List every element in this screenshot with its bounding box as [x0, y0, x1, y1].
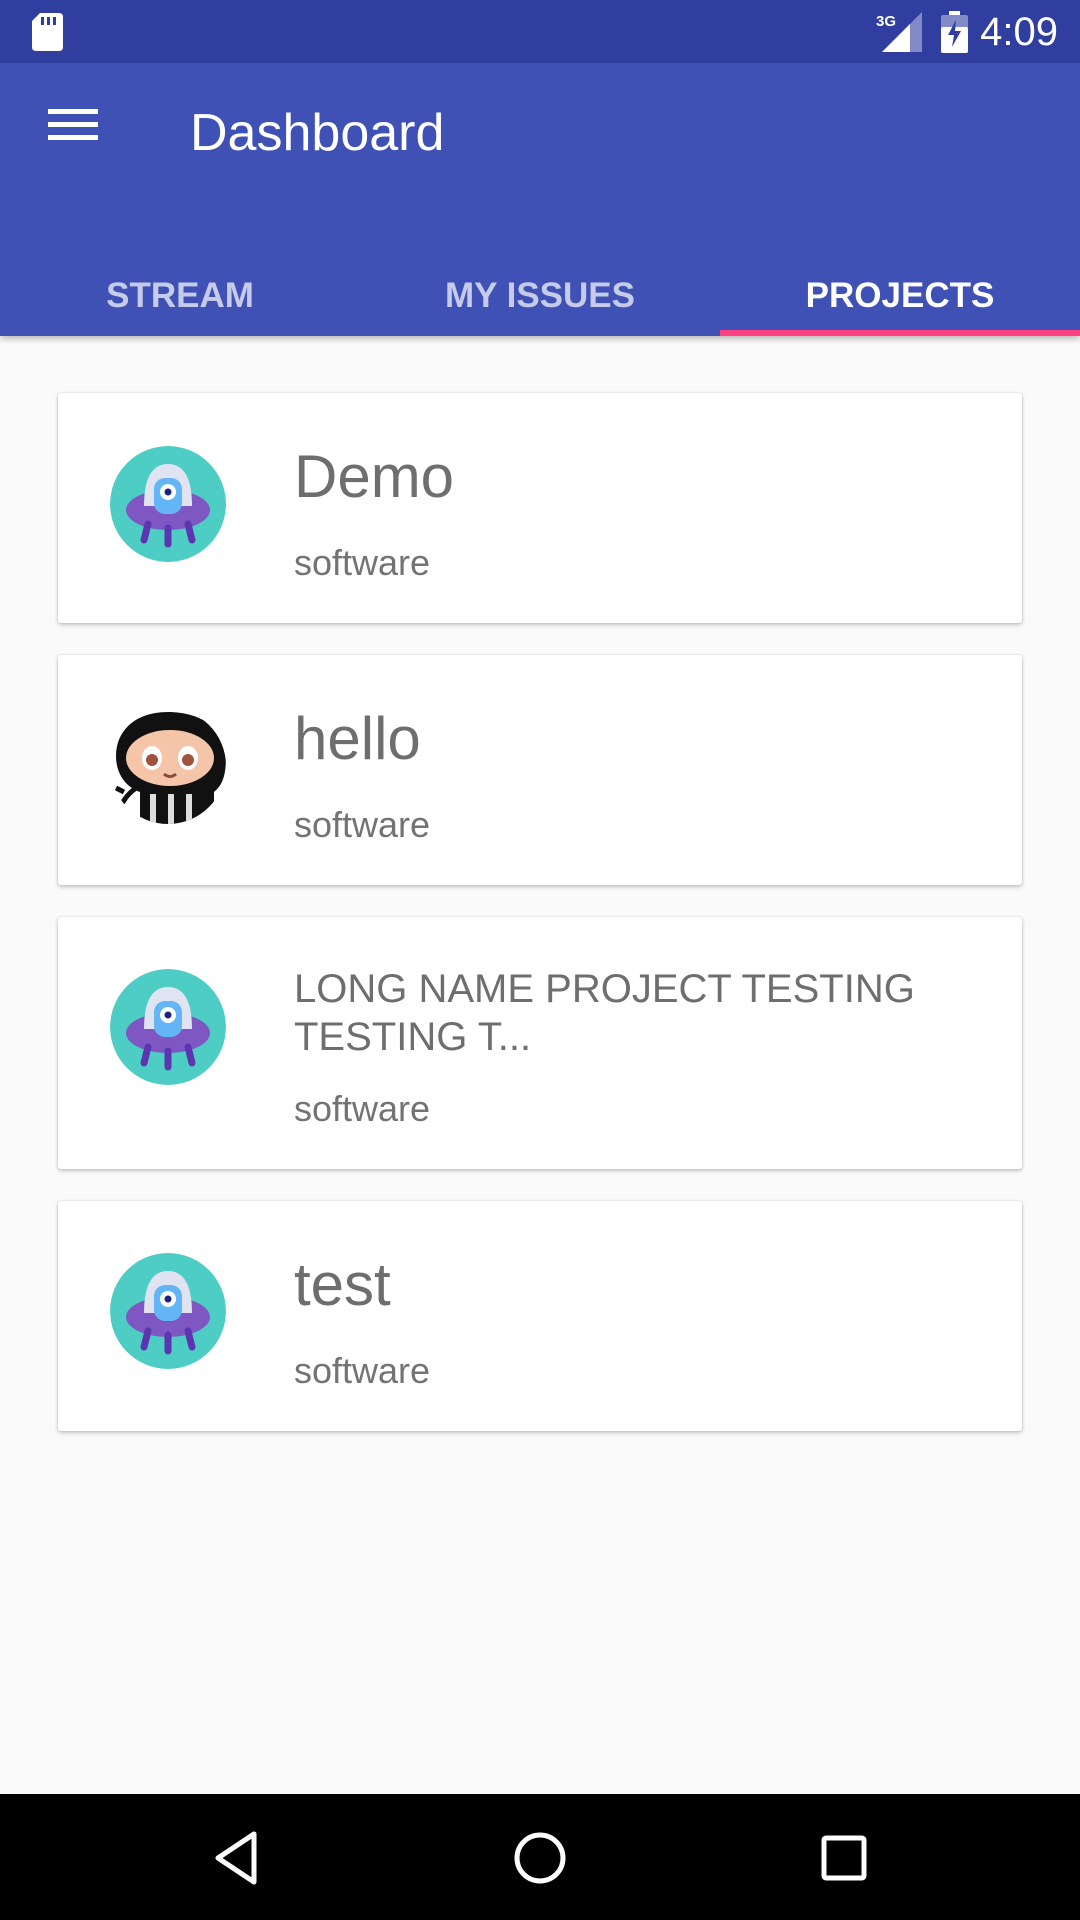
clock: 4:09 — [980, 10, 1058, 54]
signal-icon: 3G — [876, 12, 922, 52]
project-card-test[interactable]: test software — [58, 1201, 1022, 1431]
tab-stream[interactable]: STREAM — [0, 263, 360, 336]
tab-projects[interactable]: PROJECTS — [720, 263, 1080, 336]
project-type: software — [294, 804, 431, 845]
project-name: Demo — [294, 443, 455, 510]
recents-icon[interactable] — [812, 1826, 876, 1890]
alien-ufo-avatar — [110, 969, 226, 1085]
svg-text:3G: 3G — [876, 13, 896, 30]
tab-indicator — [720, 330, 1080, 336]
home-icon[interactable] — [508, 1826, 572, 1890]
project-type: software — [294, 1088, 431, 1129]
sd-card-icon — [32, 13, 63, 51]
battery-icon — [941, 11, 968, 53]
tab-my-issues[interactable]: MY ISSUES — [360, 263, 720, 336]
project-card-hello[interactable]: hello software — [58, 655, 1022, 885]
project-card-long-name[interactable]: LONG NAME PROJECT TESTING TESTING T... s… — [58, 917, 1022, 1169]
project-name: test — [294, 1251, 391, 1318]
system-nav-bar — [0, 1794, 1080, 1920]
back-icon[interactable] — [204, 1826, 268, 1890]
project-type: software — [294, 542, 431, 583]
status-bar: 3G 4:09 — [0, 0, 1080, 63]
project-list: Demo software hello software LONG NAME P… — [58, 393, 1022, 1463]
app-bar: Dashboard STREAM MY ISSUES PROJECTS — [0, 63, 1080, 336]
page-title: Dashboard — [190, 104, 445, 162]
tab-label: STREAM — [106, 276, 254, 315]
project-name: hello — [294, 705, 421, 772]
project-type: software — [294, 1350, 431, 1391]
alien-ufo-avatar — [110, 1253, 226, 1369]
octocat-avatar — [110, 708, 226, 824]
tab-label: MY ISSUES — [445, 276, 635, 315]
alien-ufo-avatar — [110, 446, 226, 562]
menu-button[interactable] — [28, 79, 118, 169]
tab-label: PROJECTS — [805, 276, 995, 315]
project-card-demo[interactable]: Demo software — [58, 393, 1022, 623]
tab-bar: STREAM MY ISSUES PROJECTS — [0, 263, 1080, 336]
project-name: LONG NAME PROJECT TESTING TESTING T... — [294, 967, 915, 1059]
